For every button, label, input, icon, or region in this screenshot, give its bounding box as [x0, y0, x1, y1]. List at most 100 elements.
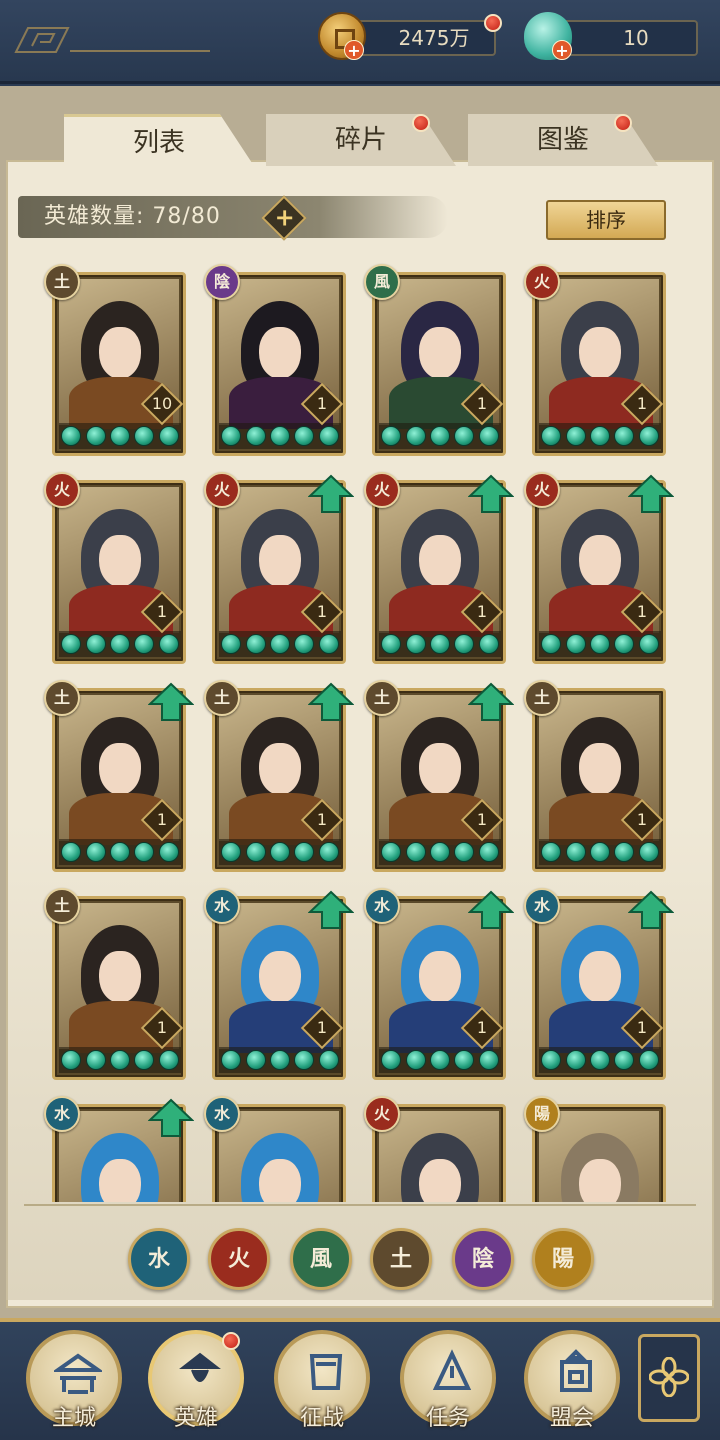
hero-face	[419, 951, 461, 1003]
coin-value: 2475万	[398, 26, 470, 50]
star-row	[219, 839, 341, 865]
filter-wind-button[interactable]: 風	[290, 1228, 352, 1290]
element-earth-icon: 土	[44, 264, 80, 300]
star-icon	[61, 426, 82, 446]
upgrade-arrow-icon	[308, 890, 354, 929]
star-icon	[269, 1050, 290, 1070]
filter-yang-button[interactable]: 陽	[532, 1228, 594, 1290]
header-divider	[70, 50, 210, 52]
filter-earth-button[interactable]: 土	[370, 1228, 432, 1290]
star-icon	[221, 634, 242, 654]
star-icon	[85, 842, 106, 862]
hero-level: 1	[636, 1018, 648, 1037]
hero-face	[259, 951, 301, 1003]
star-icon	[294, 842, 315, 862]
hero-level: 1	[476, 1018, 488, 1037]
star-icon	[269, 842, 290, 862]
star-icon	[109, 842, 130, 862]
star-icon	[221, 1050, 242, 1070]
hero-face	[419, 1159, 461, 1202]
star-icon	[294, 634, 315, 654]
battle-icon	[309, 1354, 343, 1390]
star-icon	[381, 634, 402, 654]
upgrade-arrow-icon	[468, 474, 514, 513]
hero-level: 10	[151, 394, 173, 413]
star-icon	[158, 1050, 179, 1070]
hero-card[interactable]: 1	[52, 896, 186, 1080]
star-icon	[478, 842, 499, 862]
star-row	[539, 631, 661, 657]
star-icon	[134, 842, 155, 862]
star-row	[379, 423, 501, 449]
filter-water-button[interactable]: 水	[128, 1228, 190, 1290]
filter-fire-button[interactable]: 火	[208, 1228, 270, 1290]
star-icon	[269, 426, 290, 446]
add-gem-icon[interactable]: +	[552, 40, 572, 60]
star-icon	[589, 842, 610, 862]
star-icon	[589, 426, 610, 446]
star-icon	[318, 1050, 339, 1070]
hero-level: 1	[476, 602, 488, 621]
star-row	[379, 1047, 501, 1073]
element-water-icon: 水	[524, 888, 560, 924]
upgrade-arrow-icon	[308, 474, 354, 513]
star-icon	[638, 842, 659, 862]
more-menu-button[interactable]	[638, 1334, 700, 1422]
upgrade-arrow-icon	[148, 1098, 194, 1137]
upgrade-arrow-icon	[308, 682, 354, 721]
hero-level: 1	[476, 810, 488, 829]
star-icon	[109, 1050, 130, 1070]
element-earth-icon: 土	[44, 888, 80, 924]
nav-label: 任务	[425, 1406, 470, 1431]
star-icon	[85, 1050, 106, 1070]
hero-level: 1	[316, 1018, 328, 1037]
hero-portrait	[379, 1111, 499, 1202]
nav-label: 英雄	[173, 1406, 218, 1431]
element-water-icon: 水	[204, 888, 240, 924]
star-row	[379, 839, 501, 865]
hero-count-value: 78/80	[152, 204, 221, 229]
quest-icon	[432, 1349, 472, 1390]
hero-card[interactable]: 1	[532, 272, 666, 456]
star-icon	[381, 842, 402, 862]
star-row	[219, 423, 341, 449]
star-row	[539, 839, 661, 865]
hero-face	[579, 951, 621, 1003]
hero-card[interactable]: 10	[52, 272, 186, 456]
star-row	[219, 1047, 341, 1073]
hero-icon	[179, 1352, 221, 1382]
hero-card[interactable]: 1	[212, 272, 346, 456]
star-icon	[614, 842, 635, 862]
hero-card[interactable]: 1	[52, 480, 186, 664]
nav-label: 主城	[51, 1406, 96, 1431]
star-icon	[318, 426, 339, 446]
nav-label: 征战	[299, 1406, 344, 1431]
element-yin-icon: 陰	[204, 264, 240, 300]
star-icon	[589, 634, 610, 654]
element-wind-icon: 風	[364, 264, 400, 300]
hero-face	[99, 1159, 141, 1202]
hero-level: 1	[316, 394, 328, 413]
star-icon	[85, 634, 106, 654]
hero-card[interactable]: 1	[372, 272, 506, 456]
star-icon	[565, 842, 586, 862]
filter-yin-button[interactable]: 陰	[452, 1228, 514, 1290]
star-icon	[478, 426, 499, 446]
star-icon	[405, 426, 426, 446]
hero-card[interactable]: 1	[532, 688, 666, 872]
plus-icon: +	[274, 203, 295, 232]
hero-face	[419, 743, 461, 795]
hero-count-label: 英雄数量:	[44, 204, 145, 229]
hero-grid: 10 土 1 陰 1 風 1 火 1 火 1 火 1 火 1 火 1 土 1 土 1 土 1 土 1 土 1 水 1 水 1 水水水火陽	[30, 262, 690, 1202]
add-coin-icon[interactable]: +	[344, 40, 364, 60]
sort-button[interactable]: 排序	[546, 200, 666, 240]
guild-icon	[560, 1349, 592, 1392]
star-icon	[614, 1050, 635, 1070]
hero-face	[259, 535, 301, 587]
star-icon	[245, 842, 266, 862]
coin-notification-dot	[484, 14, 502, 32]
city-icon	[54, 1353, 102, 1394]
star-icon	[221, 426, 242, 446]
star-row	[59, 839, 181, 865]
coin-counter[interactable]: 2475万	[348, 20, 496, 56]
